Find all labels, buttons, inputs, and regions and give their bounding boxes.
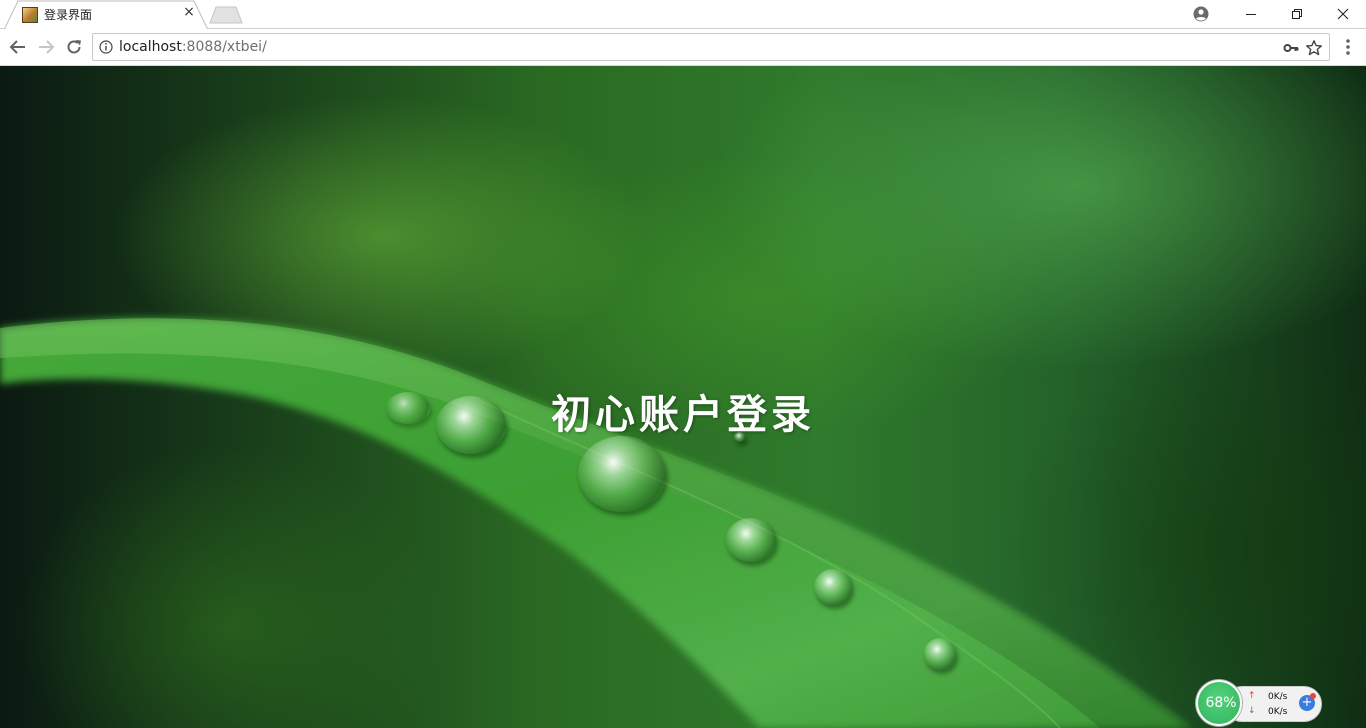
restore-button[interactable] [1274, 0, 1320, 28]
network-speed-widget[interactable]: 68% ↑ 0K/s ↓ 0K/s + [1196, 680, 1322, 726]
upload-speed: 0K/s [1268, 692, 1288, 702]
upload-arrow-icon: ↑ [1248, 691, 1256, 701]
favicon-icon [22, 7, 38, 23]
url-text[interactable]: localhost:8088/xtbei/ [119, 39, 267, 55]
back-arrow-icon [9, 40, 25, 54]
url-host: localhost [119, 39, 182, 55]
water-drop [814, 569, 852, 605]
tab-title: 登录界面 [44, 8, 93, 22]
reload-icon [67, 40, 81, 54]
restore-icon [1292, 9, 1302, 19]
profile-icon[interactable] [1192, 5, 1210, 23]
water-drop [578, 436, 666, 512]
active-tab[interactable] [14, 0, 194, 29]
close-icon [1337, 8, 1349, 20]
forward-button[interactable] [34, 35, 58, 59]
page-title: 初心账户登录 [551, 391, 815, 438]
star-icon[interactable] [1305, 39, 1323, 57]
minimize-icon [1246, 14, 1256, 15]
tab-close-icon[interactable]: × [181, 4, 197, 20]
info-circle-icon[interactable] [99, 40, 113, 54]
address-bar[interactable]: localhost:8088/xtbei/ [92, 33, 1330, 61]
url-path: :8088/xtbei/ [181, 39, 267, 55]
key-icon[interactable] [1283, 40, 1299, 56]
reload-button[interactable] [62, 35, 86, 59]
login-page-background: 初心账户登录 [0, 66, 1366, 728]
download-arrow-icon: ↓ [1248, 706, 1256, 716]
minimize-button[interactable] [1228, 0, 1274, 28]
back-button[interactable] [6, 35, 30, 59]
kebab-menu-icon[interactable] [1340, 35, 1356, 59]
tab-strip: 登录界面 × [0, 0, 1366, 30]
browser-toolbar: localhost:8088/xtbei/ [0, 29, 1366, 66]
new-tab-button[interactable] [208, 6, 244, 24]
notification-dot [1310, 693, 1316, 699]
close-window-button[interactable] [1320, 0, 1366, 28]
water-drop [924, 638, 956, 670]
memory-percent: 68% [1205, 695, 1237, 711]
download-speed: 0K/s [1268, 707, 1288, 717]
memory-usage-circle[interactable]: 68% [1196, 680, 1242, 726]
forward-arrow-icon [39, 40, 55, 54]
water-drop [726, 518, 776, 562]
